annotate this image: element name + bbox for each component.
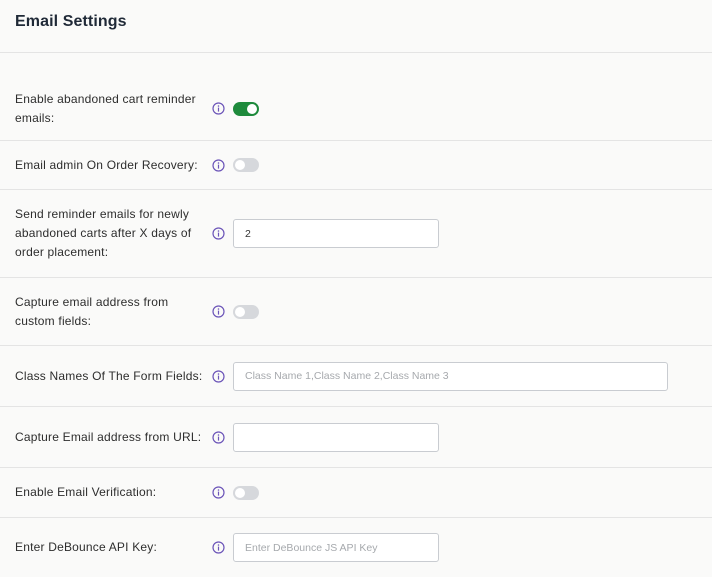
setting-label: Class Names Of The Form Fields: [15, 368, 203, 383]
setting-row-capture-custom-fields: Capture email address from custom fields… [0, 278, 712, 346]
info-icon[interactable] [212, 227, 225, 240]
capture-url-input[interactable] [233, 422, 439, 452]
setting-row-email-admin: Email admin On Order Recovery: [0, 141, 712, 190]
setting-label: Enable Email Verification: [15, 485, 157, 499]
email-settings-panel: Email Settings Enable abandoned cart rem… [0, 0, 712, 577]
info-icon[interactable] [212, 158, 225, 172]
info-icon[interactable] [212, 369, 225, 383]
setting-label: Enter DeBounce API Key: [15, 540, 158, 554]
capture-custom-fields-toggle[interactable] [233, 304, 259, 319]
class-names-input[interactable]: Class Name 1,Class Name 2,Class Name 3 [233, 361, 668, 391]
input-placeholder: Class Name 1,Class Name 2,Class Name 3 [245, 370, 449, 382]
toggle-knob [235, 487, 245, 498]
debounce-api-key-input[interactable]: Enter DeBounce JS API Key [233, 533, 439, 562]
enable-reminders-toggle[interactable] [233, 101, 259, 116]
info-icon[interactable] [212, 102, 225, 115]
input-placeholder: Enter DeBounce JS API Key [245, 541, 378, 554]
toggle-knob [247, 103, 257, 114]
email-admin-toggle[interactable] [233, 158, 259, 172]
setting-row-reminder-days: Send reminder emails for newly abandoned… [0, 190, 712, 278]
settings-list: Enable abandoned cart reminder emails: E… [0, 53, 712, 577]
email-verification-toggle[interactable] [233, 485, 259, 500]
setting-row-capture-url: Capture Email address from URL: [0, 407, 712, 468]
setting-label: Capture email address from custom fields… [15, 294, 169, 328]
toggle-knob [235, 306, 245, 317]
info-icon[interactable] [212, 430, 225, 444]
setting-row-enable-reminders: Enable abandoned cart reminder emails: [0, 77, 712, 141]
setting-label: Capture Email address from URL: [15, 429, 202, 444]
reminder-days-input[interactable]: 2 [233, 219, 439, 248]
setting-label: Email admin On Order Recovery: [15, 157, 198, 172]
panel-header: Email Settings [0, 0, 712, 53]
info-icon[interactable] [212, 305, 225, 318]
page-title: Email Settings [15, 13, 127, 30]
setting-row-class-names: Class Names Of The Form Fields: Class Na… [0, 346, 712, 407]
setting-label: Enable abandoned cart reminder emails: [15, 91, 196, 125]
info-icon[interactable] [212, 486, 225, 499]
setting-row-debounce-key: Enter DeBounce API Key: Enter DeBounce J… [0, 518, 712, 577]
input-value: 2 [245, 227, 251, 240]
setting-row-email-verification: Enable Email Verification: [0, 468, 712, 518]
info-icon[interactable] [212, 541, 225, 554]
toggle-knob [235, 160, 245, 170]
setting-label: Send reminder emails for newly abandoned… [15, 207, 192, 259]
